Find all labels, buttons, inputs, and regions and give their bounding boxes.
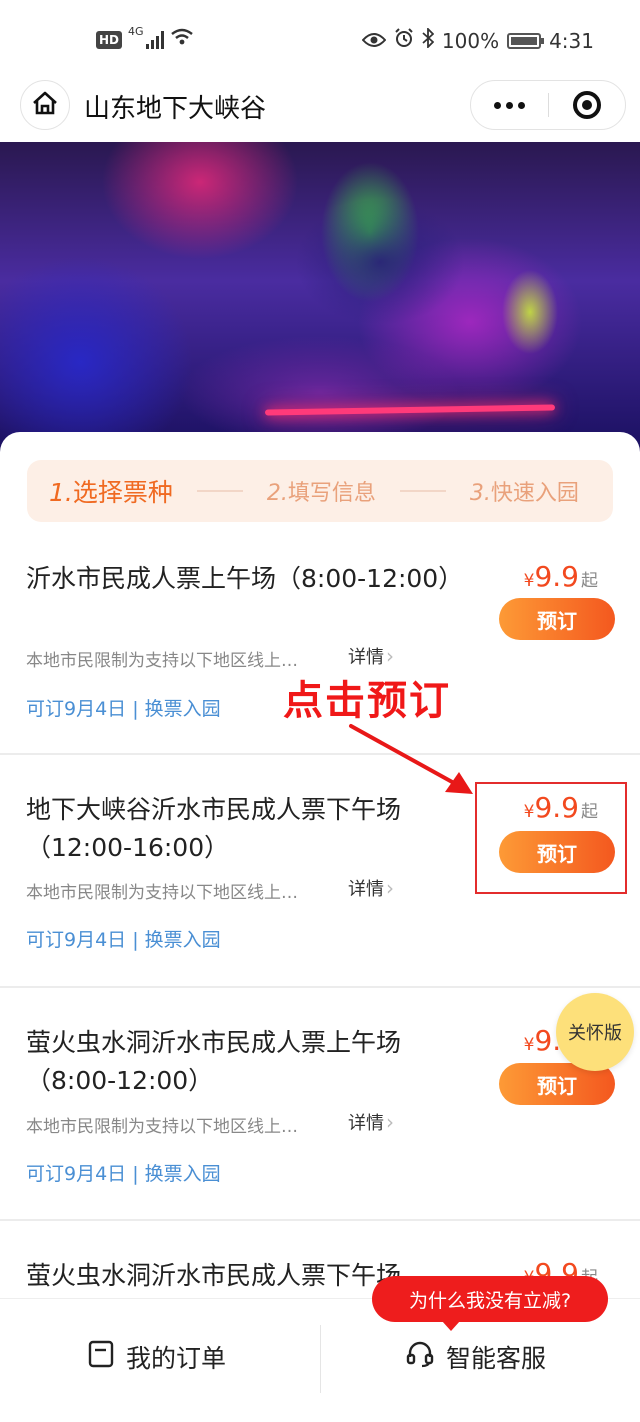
step-divider (399, 490, 446, 492)
book-button[interactable]: 预订 (499, 598, 615, 640)
banner-image (0, 142, 640, 452)
battery-icon (507, 32, 545, 49)
alarm-icon (394, 28, 414, 53)
smart-service-label: 智能客服 (446, 1344, 547, 1373)
network-type: 4G (128, 25, 144, 38)
capsule-menu (470, 80, 626, 130)
target-close-icon (572, 91, 601, 119)
ticket-detail-link[interactable]: 详情 › (348, 643, 394, 669)
smart-service-button[interactable]: 智能客服 (406, 1327, 546, 1387)
home-button[interactable] (20, 80, 70, 130)
neon-light-strip (264, 404, 556, 416)
annotation-arrow-icon (349, 724, 473, 794)
ticket-tags: 可订9月4日 | 换票入园 (26, 1163, 221, 1185)
ticket-name: 萤火虫水洞沂水市民成人票上午场（8:00-12:00） (26, 1028, 402, 1095)
bluetooth-icon (422, 26, 435, 53)
signal-icon (145, 30, 164, 49)
annotation-highlight-box (475, 782, 627, 894)
close-miniprogram-button[interactable] (549, 91, 626, 119)
status-right: 100% 4:31 (361, 26, 594, 53)
ticket-detail-link[interactable]: 详情 › (348, 1109, 394, 1135)
clock-time: 4:31 (549, 28, 594, 53)
care-mode-button[interactable]: 关怀版 (556, 993, 634, 1071)
headset-icon (406, 1340, 434, 1374)
page-title: 山东地下大峡谷 (84, 94, 267, 124)
booking-steps: 1.选择票种 2.填写信息 3.快速入园 (27, 460, 613, 522)
step-divider (196, 490, 243, 492)
bottom-divider (320, 1325, 321, 1393)
chevron-right-icon: › (386, 1110, 394, 1134)
chevron-right-icon: › (386, 644, 394, 668)
wifi-icon (170, 28, 194, 51)
home-icon (32, 91, 58, 119)
ticket-tags: 可订9月4日 | 换票入园 (26, 929, 221, 951)
order-list-icon (88, 1340, 114, 1374)
hd-badge: HD (96, 30, 123, 49)
ticket-price: ¥9.9起 (523, 560, 598, 593)
my-orders-button[interactable]: 我的订单 (88, 1327, 226, 1387)
step-3: 3.快速入园 (469, 481, 579, 506)
discount-tooltip[interactable]: 为什么我没有立减? (372, 1276, 608, 1331)
ticket-description: 本地市民限制为支持以下地区线上… (26, 1117, 298, 1137)
step-1: 1.选择票种 (49, 478, 173, 507)
eye-icon (361, 29, 387, 53)
ticket-tags: 可订9月4日 | 换票入园 (26, 698, 221, 720)
more-dots-icon[interactable] (471, 101, 548, 109)
status-bar: HD 4G 100% 4:31 (0, 0, 640, 80)
battery-percent: 100% (441, 28, 500, 53)
status-left: HD 4G (96, 25, 194, 51)
step-2: 2.填写信息 (266, 481, 376, 506)
ticket-detail-link[interactable]: 详情 › (348, 875, 394, 901)
my-orders-label: 我的订单 (126, 1344, 227, 1373)
ticket-name: 沂水市民成人票上午场（8:00-12:00） (26, 564, 464, 593)
ticket-item[interactable]: 萤火虫水洞沂水市民成人票上午场（8:00-12:00） 本地市民限制为支持以下地… (0, 988, 640, 1221)
nav-bar: 山东地下大峡谷 (0, 80, 640, 142)
chevron-right-icon: › (386, 876, 394, 900)
ticket-description: 本地市民限制为支持以下地区线上… (26, 651, 298, 671)
ticket-description: 本地市民限制为支持以下地区线上… (26, 883, 298, 903)
